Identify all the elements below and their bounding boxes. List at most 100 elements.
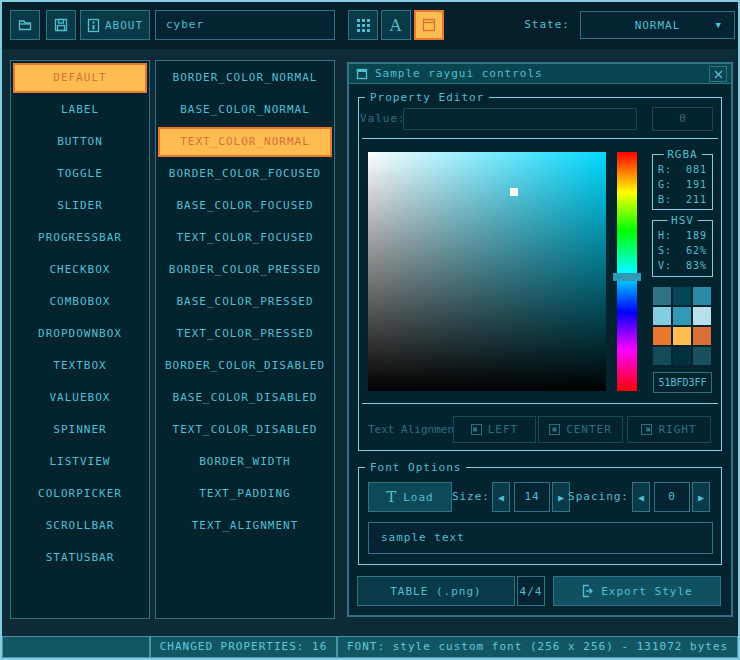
hex-color-input[interactable]: 51BFD3FF <box>653 372 712 393</box>
property-list-item[interactable]: BORDER_COLOR_DISABLED <box>158 351 332 381</box>
color-component-row: R:081 <box>658 162 707 177</box>
control-list-item[interactable]: STATUSBAR <box>13 543 147 573</box>
control-list-item[interactable]: COMBOBOX <box>13 287 147 317</box>
color-component-row: S:62% <box>658 243 707 258</box>
control-list-item[interactable]: TEXTBOX <box>13 351 147 381</box>
control-list-item[interactable]: TOGGLE <box>13 159 147 189</box>
property-list-item[interactable]: BASE_COLOR_PRESSED <box>158 287 332 317</box>
property-list-item[interactable]: BASE_COLOR_NORMAL <box>158 95 332 125</box>
control-list-item[interactable]: SLIDER <box>13 191 147 221</box>
font-load-button[interactable]: T Load <box>368 482 452 512</box>
palette-color-cell[interactable] <box>673 327 691 345</box>
font-mode-button[interactable]: A <box>381 10 411 40</box>
spacing-value[interactable]: 0 <box>654 482 690 512</box>
property-editor-title: Property Editor <box>365 91 489 104</box>
sample-text-input[interactable]: sample text <box>368 522 713 554</box>
palette-color-cell[interactable] <box>673 287 691 305</box>
palette-color-cell[interactable] <box>653 327 671 345</box>
property-list-item[interactable]: TEXT_PADDING <box>158 479 332 509</box>
properties-list[interactable]: BORDER_COLOR_NORMALBASE_COLOR_NORMALTEXT… <box>155 60 335 619</box>
open-style-button[interactable] <box>10 10 40 40</box>
export-style-button[interactable]: Export Style <box>553 576 721 606</box>
text-alignment-label: Text Alignmen <box>368 416 453 443</box>
table-png-button[interactable]: TABLE (.png) <box>357 576 515 606</box>
property-list-item[interactable]: TEXT_ALIGNMENT <box>158 511 332 541</box>
save-style-button[interactable] <box>46 10 76 40</box>
control-list-item[interactable]: LISTVIEW <box>13 447 147 477</box>
control-list-item[interactable]: COLORPICKER <box>13 479 147 509</box>
rgba-group: RGBA R:081G:191B:211 <box>652 154 713 210</box>
property-list-item[interactable]: TEXT_COLOR_NORMAL <box>158 127 332 157</box>
align-right-label: RIGHT <box>658 423 696 436</box>
style-color-palette <box>653 287 711 365</box>
size-value[interactable]: 14 <box>514 482 550 512</box>
rgba-title: RGBA <box>663 148 702 161</box>
spacing-decrease-button[interactable]: ◀ <box>632 482 650 512</box>
window-box-icon <box>356 68 368 80</box>
control-list-item[interactable]: SCROLLBAR <box>13 511 147 541</box>
value-spinner[interactable]: 0 <box>652 107 713 131</box>
color-picker-cursor[interactable] <box>510 188 518 196</box>
palette-color-cell[interactable] <box>693 287 711 305</box>
property-list-item[interactable]: TEXT_COLOR_FOCUSED <box>158 223 332 253</box>
controls-list[interactable]: DEFAULTLABELBUTTONTOGGLESLIDERPROGRESSBA… <box>10 60 150 619</box>
color-component-row: B:211 <box>658 192 707 207</box>
folder-open-icon <box>17 17 33 33</box>
palette-color-cell[interactable] <box>673 347 691 365</box>
style-name-value: cyber <box>166 18 204 31</box>
color-component-row: V:83% <box>658 258 707 273</box>
palette-color-cell[interactable] <box>653 287 671 305</box>
about-button[interactable]: ABOUT <box>80 10 150 40</box>
palette-color-cell[interactable] <box>693 327 711 345</box>
property-list-item[interactable]: BORDER_COLOR_NORMAL <box>158 63 332 93</box>
component-value: 62% <box>686 243 707 258</box>
hue-slider-handle[interactable] <box>613 273 641 281</box>
controls-mode-button[interactable] <box>414 10 444 40</box>
spacing-label: Spacing: <box>566 482 629 512</box>
component-label: B: <box>658 192 672 207</box>
component-label: G: <box>658 177 672 192</box>
palette-color-cell[interactable] <box>693 347 711 365</box>
property-list-item[interactable]: BORDER_COLOR_FOCUSED <box>158 159 332 189</box>
color-picker-panel[interactable] <box>368 152 606 391</box>
control-list-item[interactable]: DROPDOWNBOX <box>13 319 147 349</box>
control-list-item[interactable]: SPINNER <box>13 415 147 445</box>
value-input[interactable] <box>403 108 637 130</box>
align-center-button[interactable]: CENTER <box>538 416 623 443</box>
property-list-item[interactable]: BORDER_WIDTH <box>158 447 332 477</box>
statusbar-font-info: FONT: style custom font (256 x 256) - 13… <box>337 636 738 658</box>
style-name-input[interactable]: cyber <box>155 10 335 40</box>
control-list-item[interactable]: PROGRESSBAR <box>13 223 147 253</box>
palette-color-cell[interactable] <box>653 307 671 325</box>
control-list-item[interactable]: LABEL <box>13 95 147 125</box>
align-left-button[interactable]: LEFT <box>453 416 536 443</box>
control-list-item[interactable]: CHECKBOX <box>13 255 147 285</box>
property-list-item[interactable]: TEXT_COLOR_PRESSED <box>158 319 332 349</box>
palette-color-cell[interactable] <box>693 307 711 325</box>
control-list-item[interactable]: DEFAULT <box>13 63 147 93</box>
export-icon <box>581 584 594 598</box>
property-list-item[interactable]: BASE_COLOR_DISABLED <box>158 383 332 413</box>
sample-window-titlebar[interactable]: Sample raygui controls <box>349 64 731 84</box>
state-dropdown[interactable]: NORMAL ▼ <box>580 11 735 39</box>
font-options-title: Font Options <box>365 461 466 474</box>
hue-bar[interactable] <box>617 152 637 391</box>
style-table-mode-button[interactable] <box>348 10 378 40</box>
palette-color-cell[interactable] <box>673 307 691 325</box>
align-left-icon <box>471 424 482 435</box>
value-label: Value: <box>360 107 404 131</box>
control-list-item[interactable]: BUTTON <box>13 127 147 157</box>
align-right-icon <box>641 424 652 435</box>
load-label: Load <box>403 491 434 504</box>
close-button[interactable] <box>709 66 727 82</box>
property-list-item[interactable]: TEXT_COLOR_DISABLED <box>158 415 332 445</box>
size-decrease-button[interactable]: ◀ <box>492 482 510 512</box>
font-t-icon: T <box>386 490 397 505</box>
control-list-item[interactable]: VALUEBOX <box>13 383 147 413</box>
property-list-item[interactable]: BORDER_COLOR_PRESSED <box>158 255 332 285</box>
align-right-button[interactable]: RIGHT <box>627 416 711 443</box>
window-icon <box>421 17 437 33</box>
property-list-item[interactable]: BASE_COLOR_FOCUSED <box>158 191 332 221</box>
spacing-increase-button[interactable]: ▶ <box>692 482 710 512</box>
palette-color-cell[interactable] <box>653 347 671 365</box>
